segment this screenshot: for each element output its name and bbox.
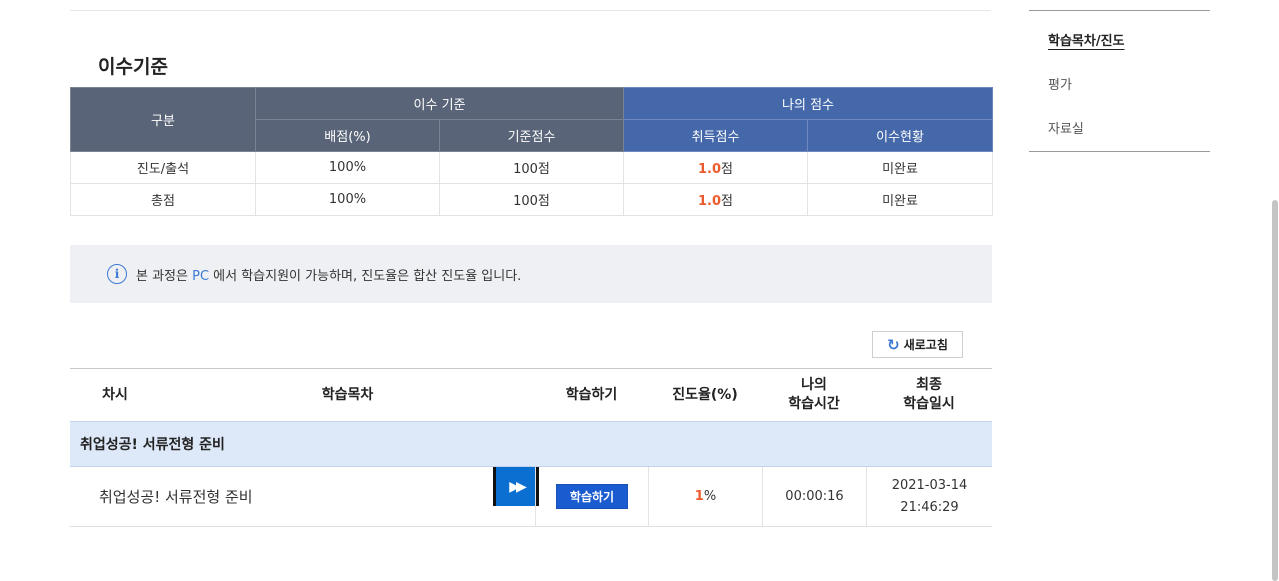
header-earned-score: 취득점수 (623, 119, 809, 152)
lesson-title: 취업성공! 서류전형 준비 (99, 488, 253, 506)
side-nav-top-rule (1029, 10, 1210, 11)
row-base-score: 100점 (438, 183, 625, 216)
last-study-date: 2021-03-14 (891, 477, 968, 493)
row-status: 미완료 (807, 183, 994, 216)
header-last-study-date-line2: 학습일시 (903, 396, 955, 412)
table-row: 취업성공! 서류전형 준비 ▶▶ 학습하기 1% 00:00:16 2021-0… (70, 467, 992, 527)
earned-score-unit: 점 (721, 194, 734, 209)
header-my-study-time: 나의 학습시간 (762, 369, 866, 421)
progress-cell: 1% (649, 467, 762, 526)
table-row: 진도/출석 100% 100점 1.0점 미완료 (70, 151, 994, 184)
page-title: 이수기준 (98, 56, 168, 78)
progress-unit: % (703, 489, 717, 504)
side-nav-bottom-rule (1029, 151, 1210, 152)
notice-text: 본 과정은 PC 에서 학습지원이 가능하며, 진도율은 합산 진도율 입니다. (136, 265, 521, 284)
info-icon: i (107, 264, 127, 284)
side-nav-item-contents-progress[interactable]: 학습목차/진도 (1048, 30, 1125, 49)
row-category: 총점 (70, 183, 256, 216)
header-last-study-date: 최종 학습일시 (866, 369, 992, 421)
top-divider (70, 10, 991, 11)
side-nav-item-evaluation[interactable]: 평가 (1048, 74, 1072, 93)
row-earned-score: 1.0점 (623, 151, 809, 184)
table-row: 총점 100% 100점 1.0점 미완료 (70, 183, 994, 216)
notice-prefix: 본 과정은 (136, 268, 193, 284)
row-status: 미완료 (807, 151, 994, 184)
notice-box: i 본 과정은 PC 에서 학습지원이 가능하며, 진도율은 합산 진도율 입니… (70, 245, 992, 303)
fast-forward-icon[interactable]: ▶▶ (493, 467, 539, 506)
earned-score-value: 1.0 (698, 162, 722, 177)
refresh-button[interactable]: ↻ 새로고침 (872, 331, 963, 358)
header-last-study-date-line1: 최종 (916, 377, 942, 393)
row-earned-score: 1.0점 (623, 183, 809, 216)
study-time-cell: 00:00:16 (785, 489, 844, 504)
header-base-score: 기준점수 (438, 119, 625, 152)
notice-highlight: PC (192, 268, 210, 284)
earned-score-value: 1.0 (698, 194, 722, 209)
header-contents: 학습목차 (321, 386, 374, 403)
last-study-clock: 21:46:29 (900, 499, 959, 515)
header-weight: 배점(%) (255, 119, 440, 152)
header-category: 구분 (70, 87, 256, 152)
progress-value: 1 (694, 489, 704, 504)
header-status: 이수현황 (807, 119, 994, 152)
notice-suffix: 에서 학습지원이 가능하며, 진도율은 합산 진도율 입니다. (209, 268, 522, 284)
row-base-score: 100점 (438, 151, 625, 184)
earned-score-unit: 점 (721, 162, 734, 177)
header-my-study-time-line2: 학습시간 (788, 396, 840, 412)
last-study-date-cell: 2021-03-14 21:46:29 (867, 467, 992, 526)
completion-criteria-table: 구분 이수 기준 나의 점수 배점(%) 기준점수 취득점수 이수현황 진도/출… (70, 87, 994, 216)
row-weight: 100% (255, 151, 440, 184)
study-button[interactable]: 학습하기 (556, 484, 628, 509)
row-weight: 100% (255, 183, 440, 216)
chapter-row: 취업성공! 서류전형 준비 (70, 421, 992, 467)
study-cell: 학습하기 (536, 467, 648, 526)
scrollbar-thumb[interactable] (1272, 200, 1278, 581)
header-progress: 진도율(%) (672, 386, 738, 403)
header-my-study-time-line1: 나의 (801, 377, 827, 393)
header-study: 학습하기 (565, 386, 618, 403)
refresh-icon: ↻ (887, 335, 900, 354)
header-session: 차시 (102, 386, 128, 403)
refresh-label: 새로고침 (903, 338, 948, 352)
header-completion-criteria: 이수 기준 (254, 87, 625, 120)
header-my-score: 나의 점수 (623, 87, 994, 120)
side-nav-item-resources[interactable]: 자료실 (1048, 118, 1084, 137)
row-category: 진도/출석 (70, 151, 256, 184)
